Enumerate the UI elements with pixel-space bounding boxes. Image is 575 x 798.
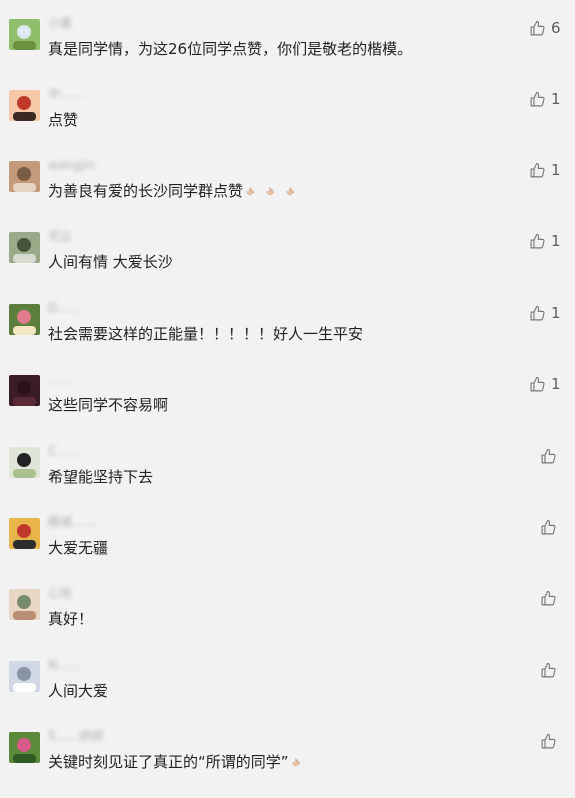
comment-item: S……妍妍关键时刻见证了真正的“所谓的同学” <box>0 729 575 798</box>
like-button[interactable] <box>540 732 557 750</box>
comment-text: 人间大爱 <box>48 680 108 702</box>
avatar[interactable] <box>9 375 40 406</box>
avatar[interactable] <box>9 232 40 263</box>
commenter-nickname[interactable]: C…… <box>48 444 80 458</box>
like-button[interactable] <box>540 661 557 679</box>
like-button[interactable]: 1 <box>529 232 561 250</box>
thumbs-up-icon <box>530 233 545 248</box>
commenter-nickname[interactable]: 精诚…… <box>48 515 96 529</box>
like-button[interactable]: 1 <box>529 161 561 179</box>
comment-item: …… 这些同学不容易啊 1 <box>0 372 575 446</box>
comment-text: 点赞 <box>48 109 78 131</box>
commenter-nickname[interactable]: D…… <box>48 301 81 315</box>
thumbs-up-icon <box>541 662 556 677</box>
comment-text-body: 人间有情 大爱长沙 <box>48 253 173 271</box>
comment-text: 希望能坚持下去 <box>48 466 153 488</box>
like-count: 1 <box>551 232 561 250</box>
comment-item: 精诚…… 大爱无疆 <box>0 515 575 589</box>
like-count: 6 <box>551 19 561 37</box>
comment-text-body: 大爱无疆 <box>48 539 109 557</box>
avatar[interactable] <box>9 19 40 50</box>
thumbs-up-icon <box>541 519 556 534</box>
avatar[interactable] <box>9 447 40 478</box>
comment-text: 关键时刻见证了真正的“所谓的同学” <box>48 751 309 773</box>
comment-text: 这些同学不容易啊 <box>48 394 168 416</box>
comment-item: 心怡真好！ <box>0 586 575 660</box>
comment-text-body: 真是同学情，为这26位同学点赞，你们是敬老的楷模。 <box>48 40 413 58</box>
comment-item: 小墨真是同学情，为这26位同学点赞，你们是敬老的楷模。 6 <box>0 16 575 90</box>
avatar[interactable] <box>9 90 40 121</box>
comment-item: 中…… 点赞 1 <box>0 87 575 161</box>
like-count: 1 <box>551 90 561 108</box>
clapping-hand-emoji <box>286 187 295 196</box>
comment-list: 小墨 真是同学情，为这26位同学点赞，你们是敬老的楷模。 6 中…… 点赞 1 wangji… <box>0 0 575 798</box>
thumbs-up-icon <box>541 733 556 748</box>
thumbs-up-icon <box>530 376 545 391</box>
comment-text-body: 人间大爱 <box>48 682 109 700</box>
like-button[interactable]: 1 <box>529 304 561 322</box>
like-count: 1 <box>551 304 561 322</box>
like-count: 1 <box>551 161 561 179</box>
thumbs-up-icon <box>530 91 545 106</box>
commenter-nickname[interactable]: N…… <box>48 658 81 672</box>
commenter-nickname[interactable]: 无尘 <box>48 229 72 243</box>
thumbs-up-icon <box>530 20 545 35</box>
avatar[interactable] <box>9 161 40 192</box>
clapping-hand-emoji <box>291 758 301 767</box>
avatar[interactable] <box>9 518 40 549</box>
comment-text: 为善良有爱的长沙同学群点赞 <box>48 180 303 202</box>
comment-text-body: 希望能坚持下去 <box>48 468 154 486</box>
comment-text: 真好！ <box>48 608 93 630</box>
comment-text-body: 真好！ <box>48 610 94 628</box>
like-button[interactable] <box>540 518 557 536</box>
clapping-hand-emoji <box>266 187 275 196</box>
comment-text-body: 这些同学不容易啊 <box>48 396 169 414</box>
thumbs-up-icon <box>530 305 545 320</box>
thumbs-up-icon <box>530 162 545 177</box>
avatar[interactable] <box>9 304 40 335</box>
comment-item: N…… 人间大爱 <box>0 658 575 732</box>
commenter-nickname[interactable]: 小墨 <box>48 16 72 30</box>
comment-text-body: 社会需要这样的正能量！！！！！好人一生平安 <box>48 325 364 343</box>
comment-item: D…… 社会需要这样的正能量！！！！！好人一生平安 1 <box>0 301 575 375</box>
avatar[interactable] <box>9 661 40 692</box>
thumbs-up-icon <box>541 590 556 605</box>
comment-text-body: 为善良有爱的长沙同学群点赞 <box>48 182 244 200</box>
like-button[interactable] <box>540 589 557 607</box>
like-count: 1 <box>551 375 561 393</box>
comment-text-body: 关键时刻见证了真正的“所谓的同学” <box>48 753 289 771</box>
comment-text: 社会需要这样的正能量！！！！！好人一生平安 <box>48 323 363 345</box>
commenter-nickname[interactable]: …… <box>48 372 72 386</box>
thumbs-up-icon <box>541 448 556 463</box>
avatar[interactable] <box>9 732 40 763</box>
commenter-nickname[interactable]: wangjin <box>48 158 95 172</box>
comment-text: 大爱无疆 <box>48 537 108 559</box>
comment-item: 无尘人间有情 大爱长沙 1 <box>0 229 575 303</box>
like-button[interactable] <box>540 447 557 465</box>
avatar[interactable] <box>9 589 40 620</box>
commenter-nickname[interactable]: 心怡 <box>48 586 72 600</box>
comment-text: 真是同学情，为这26位同学点赞，你们是敬老的楷模。 <box>48 38 412 60</box>
clapping-hand-emoji <box>246 187 255 196</box>
comment-text: 人间有情 大爱长沙 <box>48 251 173 273</box>
commenter-nickname[interactable]: 中…… <box>48 87 84 101</box>
comment-item: wangjin 为善良有爱的长沙同学群点赞 1 <box>0 158 575 232</box>
commenter-nickname[interactable]: S……妍妍 <box>48 729 104 743</box>
comment-item: C…… 希望能坚持下去 <box>0 444 575 518</box>
like-button[interactable]: 6 <box>529 19 561 37</box>
like-button[interactable]: 1 <box>529 90 561 108</box>
like-button[interactable]: 1 <box>529 375 561 393</box>
comment-text-body: 点赞 <box>48 111 79 129</box>
